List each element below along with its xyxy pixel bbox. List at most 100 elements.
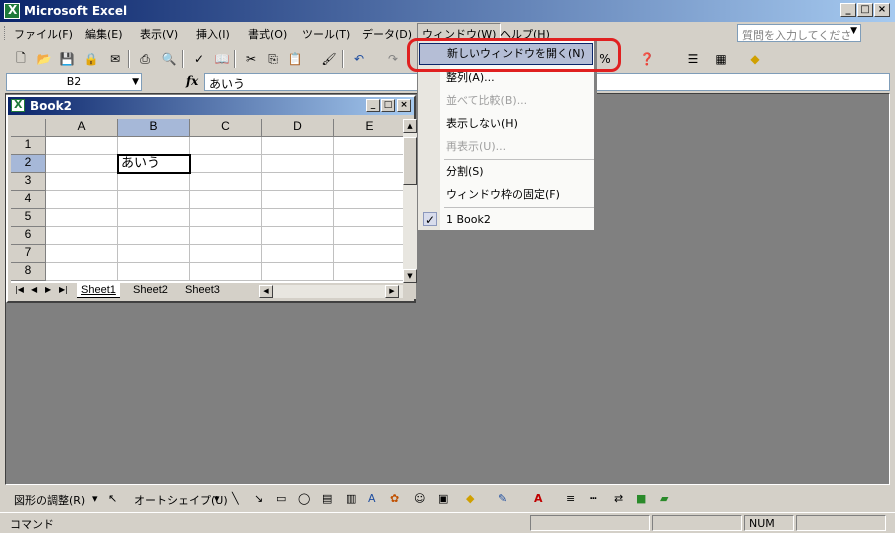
- grid-cell[interactable]: [262, 191, 334, 209]
- grid-cell[interactable]: [334, 227, 403, 245]
- row-header[interactable]: 5: [11, 209, 46, 227]
- chevron-down-icon[interactable]: ▾: [92, 492, 98, 505]
- row-header[interactable]: 6: [11, 227, 46, 245]
- chevron-down-icon[interactable]: ▾: [214, 492, 220, 505]
- menu-format[interactable]: 書式(O): [248, 26, 287, 42]
- new-file-icon[interactable]: 🗋: [12, 50, 30, 68]
- grid-cell[interactable]: [190, 137, 262, 155]
- sheet-tab[interactable]: Sheet3: [181, 283, 224, 298]
- undo-icon[interactable]: ↶: [350, 50, 368, 68]
- prev-sheet-icon[interactable]: ◀: [31, 285, 37, 294]
- menu-item-hide[interactable]: 表示しない(H): [418, 113, 594, 135]
- first-sheet-icon[interactable]: |◀: [15, 285, 24, 294]
- grid-cell[interactable]: [190, 263, 262, 281]
- maximize-button[interactable]: □: [857, 3, 873, 17]
- print-icon[interactable]: ⎙: [136, 50, 154, 68]
- textbox-icon[interactable]: ▤: [322, 492, 332, 505]
- menu-item-freeze-panes[interactable]: ウィンドウ枠の固定(F): [418, 184, 594, 206]
- grid-cell[interactable]: [262, 137, 334, 155]
- column-header[interactable]: E: [334, 119, 403, 137]
- workbook-title-bar[interactable]: Book2 _ □ ×: [8, 97, 414, 115]
- shadow-icon[interactable]: ■: [636, 492, 646, 505]
- grid-cell[interactable]: [334, 173, 403, 191]
- menu-insert[interactable]: 挿入(I): [196, 26, 230, 42]
- print-preview-icon[interactable]: 🔍: [160, 50, 178, 68]
- format-painter-icon[interactable]: 🖌: [320, 50, 338, 68]
- name-box[interactable]: B2 ▼: [6, 73, 142, 91]
- line-style-icon[interactable]: ≡: [566, 492, 575, 505]
- open-folder-icon[interactable]: 📂: [35, 50, 53, 68]
- grid-cell[interactable]: [262, 245, 334, 263]
- grid-cell[interactable]: [46, 245, 118, 263]
- grid-cell[interactable]: [334, 209, 403, 227]
- column-header[interactable]: A: [46, 119, 118, 137]
- row-header[interactable]: 2: [11, 155, 46, 173]
- row-header[interactable]: 1: [11, 137, 46, 155]
- column-header[interactable]: B: [118, 119, 190, 137]
- grid-cell[interactable]: [334, 137, 403, 155]
- close-button[interactable]: ×: [874, 3, 890, 17]
- borders-icon[interactable]: ▦: [712, 50, 730, 68]
- row-header[interactable]: 8: [11, 263, 46, 281]
- align-icon[interactable]: ☰: [684, 50, 702, 68]
- workbook-minimize-button[interactable]: _: [366, 99, 380, 112]
- oval-icon[interactable]: ◯: [298, 492, 310, 505]
- excel-icon[interactable]: [4, 3, 20, 19]
- workbook-maximize-button[interactable]: □: [381, 99, 395, 112]
- last-sheet-icon[interactable]: ▶|: [59, 285, 68, 294]
- redo-icon[interactable]: ↷: [384, 50, 402, 68]
- grid-cell[interactable]: [118, 173, 190, 191]
- help-search-input[interactable]: 質問を入力してください ▼: [737, 24, 861, 58]
- grid-cell[interactable]: [190, 209, 262, 227]
- grid-cell[interactable]: [118, 209, 190, 227]
- vertical-textbox-icon[interactable]: ▥: [346, 492, 356, 505]
- grid-cell[interactable]: [118, 227, 190, 245]
- grid-cell[interactable]: [118, 263, 190, 281]
- fill-color-icon[interactable]: ◆: [466, 492, 474, 505]
- grid-cell[interactable]: [190, 155, 262, 173]
- menu-file[interactable]: ファイル(F): [14, 26, 73, 42]
- scroll-left-icon[interactable]: ◀: [259, 285, 273, 298]
- menu-data[interactable]: データ(D): [362, 26, 412, 42]
- row-header[interactable]: 3: [11, 173, 46, 191]
- menu-item-unhide[interactable]: 再表示(U)...: [418, 136, 594, 158]
- fill-color-icon[interactable]: ◆: [746, 50, 764, 68]
- grid-cell[interactable]: [118, 137, 190, 155]
- permission-icon[interactable]: 🔒: [82, 50, 100, 68]
- horizontal-scrollbar[interactable]: ◀ ▶: [259, 285, 403, 298]
- grid-cell[interactable]: [46, 209, 118, 227]
- grid-cell[interactable]: [190, 173, 262, 191]
- chevron-down-icon[interactable]: ▼: [850, 26, 857, 36]
- rectangle-icon[interactable]: ▭: [276, 492, 286, 505]
- workbook-close-button[interactable]: ×: [397, 99, 411, 112]
- spreadsheet-grid[interactable]: A B C D E 1 2 3 4 5 6 7 8 あいう: [11, 119, 403, 283]
- adjust-shapes-button[interactable]: 図形の調整(R): [14, 492, 85, 508]
- diagram-icon[interactable]: ✿: [390, 492, 399, 505]
- row-header[interactable]: 7: [11, 245, 46, 263]
- grid-cell[interactable]: [190, 227, 262, 245]
- dash-style-icon[interactable]: ┅: [590, 492, 597, 505]
- minimize-button[interactable]: _: [840, 3, 856, 17]
- research-icon[interactable]: 📖: [213, 50, 231, 68]
- grid-cell[interactable]: [46, 191, 118, 209]
- sheet-tab[interactable]: Sheet1: [77, 283, 120, 298]
- select-all-corner[interactable]: [11, 119, 46, 137]
- row-header[interactable]: 4: [11, 191, 46, 209]
- scroll-down-icon[interactable]: ▼: [403, 269, 417, 283]
- menu-item-book2[interactable]: ✓ 1 Book2: [418, 209, 594, 231]
- grid-cell[interactable]: [46, 137, 118, 155]
- grid-cell[interactable]: [262, 209, 334, 227]
- picture-icon[interactable]: ▣: [438, 492, 448, 505]
- copy-icon[interactable]: ⎘: [264, 50, 282, 68]
- menu-edit[interactable]: 編集(E): [85, 26, 123, 42]
- menu-view[interactable]: 表示(V): [140, 26, 178, 42]
- grid-cell[interactable]: [334, 191, 403, 209]
- column-header[interactable]: D: [262, 119, 334, 137]
- scroll-thumb[interactable]: [403, 137, 417, 185]
- menu-item-split[interactable]: 分割(S): [418, 161, 594, 183]
- scroll-right-icon[interactable]: ▶: [385, 285, 399, 298]
- line-color-icon[interactable]: ✎: [498, 492, 507, 505]
- grid-cell[interactable]: [334, 263, 403, 281]
- sheet-tab[interactable]: Sheet2: [129, 283, 172, 298]
- help-icon[interactable]: ❓: [638, 50, 656, 68]
